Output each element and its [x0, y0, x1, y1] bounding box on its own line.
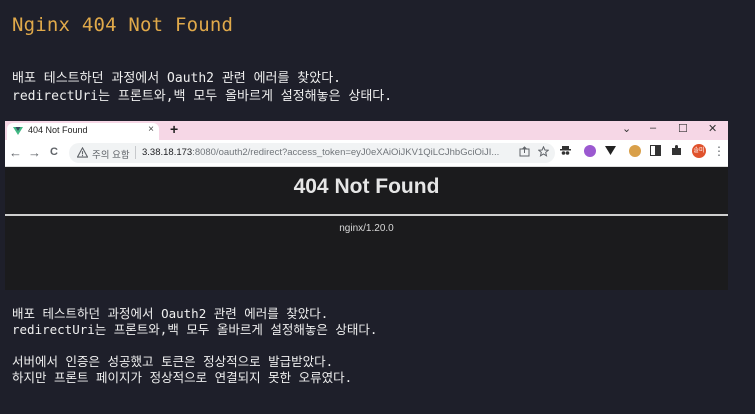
profile-icon[interactable]: 솔미	[692, 144, 706, 158]
browser-toolbar: ← → C 주의 요함 3.38.18.173:8080/oauth2/redi…	[5, 140, 728, 167]
paragraph-2-line-2: 하지만 프론트 페이지가 정상적으로 연결되지 못한 오류였다.	[12, 370, 353, 385]
tab-bar: 404 Not Found × + ⌄ – ☐ ✕	[5, 121, 728, 140]
server-version: nginx/1.20.0	[339, 223, 394, 234]
purple-ext-icon[interactable]	[584, 145, 596, 157]
warning-icon	[77, 147, 88, 158]
share-icon[interactable]	[519, 146, 530, 157]
paragraph-1: 배포 테스트하던 과정에서 Oauth2 관련 에러를 찾았다. redirec…	[12, 306, 377, 338]
error-heading: 404 Not Found	[293, 175, 440, 198]
maximize-icon[interactable]: ☐	[678, 122, 688, 135]
back-icon[interactable]: ←	[9, 145, 22, 160]
spy-icon[interactable]	[560, 145, 571, 156]
paragraph-1-line-1: 배포 테스트하던 과정에서 Oauth2 관련 에러를 찾았다.	[12, 306, 329, 321]
sidebar-icon[interactable]	[650, 145, 661, 156]
close-window-icon[interactable]: ✕	[708, 122, 717, 135]
address-bar[interactable]: 주의 요함 3.38.18.173:8080/oauth2/redirect?a…	[69, 143, 555, 163]
menu-icon[interactable]: ⋮	[713, 144, 725, 158]
paragraph-2: 서버에서 인증은 성공했고 토큰은 정상적으로 발급받았다. 하지만 프론트 페…	[12, 354, 352, 386]
tab-close-icon[interactable]: ×	[148, 124, 154, 135]
browser-tab[interactable]: 404 Not Found ×	[7, 123, 159, 140]
intro-paragraph: 배포 테스트하던 과정에서 Oauth2 관련 에러를 찾았다. redirec…	[12, 70, 392, 106]
paragraph-2-line-1: 서버에서 인증은 성공했고 토큰은 정상적으로 발급받았다.	[12, 354, 334, 369]
error-divider	[5, 214, 728, 216]
error-page: 404 Not Found nginx/1.20.0	[5, 167, 728, 290]
puzzle-icon[interactable]	[671, 145, 682, 156]
reload-icon[interactable]: C	[50, 146, 58, 158]
intro-line-2: redirectUri는 프론트와,백 모두 올바르게 설정해놓은 상태다.	[12, 89, 393, 104]
intro-line-1: 배포 테스트하던 과정에서 Oauth2 관련 에러를 찾았다.	[12, 71, 341, 86]
star-icon[interactable]	[537, 145, 550, 157]
page-title: Nginx 404 Not Found	[12, 14, 234, 36]
browser-screenshot: 404 Not Found × + ⌄ – ☐ ✕ ← → C 주의 요함 3.…	[5, 121, 728, 290]
vue-favicon-icon	[13, 127, 23, 135]
security-warning[interactable]: 주의 요함	[92, 147, 130, 161]
forward-icon[interactable]: →	[28, 145, 41, 160]
omnibox-divider	[135, 146, 136, 159]
minimize-icon[interactable]: –	[650, 122, 656, 134]
v-ext-icon[interactable]	[605, 145, 616, 156]
tab-title: 404 Not Found	[28, 125, 88, 135]
tab-search-icon[interactable]: ⌄	[622, 122, 631, 135]
cookie-icon[interactable]	[629, 145, 641, 157]
paragraph-1-line-2: redirectUri는 프론트와,백 모두 올바르게 설정해놓은 상태다.	[12, 322, 378, 337]
url-host: 3.38.18.173	[142, 147, 193, 158]
new-tab-button[interactable]: +	[170, 121, 178, 137]
url-path: :8080/oauth2/redirect?access_token=eyJ0e…	[192, 147, 500, 158]
url-text[interactable]: 3.38.18.173:8080/oauth2/redirect?access_…	[142, 147, 499, 158]
